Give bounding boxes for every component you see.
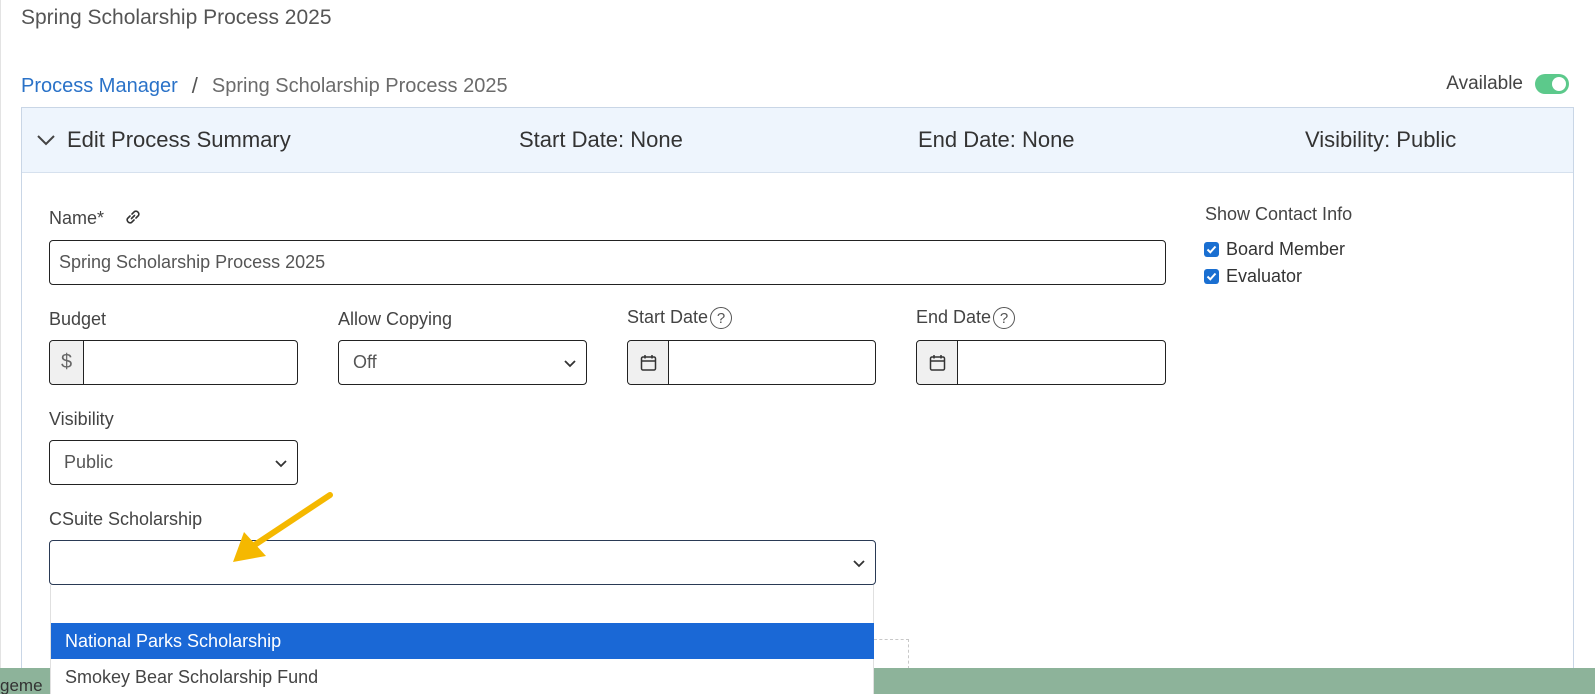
footer-text: geme: [0, 676, 43, 694]
link-icon[interactable]: [123, 207, 143, 227]
budget-label: Budget: [49, 309, 107, 329]
start-date-input[interactable]: [627, 340, 876, 385]
chevron-down-icon: [275, 460, 287, 468]
help-icon[interactable]: ?: [710, 307, 733, 330]
end-date-label: End Date?: [916, 307, 1016, 330]
visibility-select[interactable]: Public: [49, 440, 298, 485]
chevron-down-icon: [564, 360, 576, 368]
end-date-input[interactable]: [916, 340, 1166, 385]
panel-header[interactable]: Edit Process Summary Start Date: None En…: [22, 108, 1573, 173]
allow-copying-select[interactable]: Off: [338, 340, 587, 385]
dollar-sign-addon: $: [50, 341, 84, 384]
budget-input[interactable]: $: [49, 340, 298, 385]
board-member-label: Board Member: [1226, 239, 1346, 259]
calendar-icon[interactable]: [917, 341, 958, 384]
board-member-checkbox[interactable]: [1204, 242, 1219, 257]
visibility-label: Visibility: [49, 409, 114, 429]
annotation-arrow-icon: [233, 492, 333, 562]
evaluator-label: Evaluator: [1226, 266, 1303, 286]
board-member-option[interactable]: Board Member: [1204, 239, 1345, 260]
name-label-text: Name*: [49, 208, 105, 228]
summary-visibility: Visibility: Public: [1305, 127, 1457, 152]
start-date-label: Start Date?: [627, 307, 733, 330]
help-icon[interactable]: ?: [993, 307, 1016, 330]
chevron-down-icon: [853, 560, 865, 568]
evaluator-checkbox[interactable]: [1204, 269, 1219, 284]
show-contact-info-label: Show Contact Info: [1205, 204, 1353, 224]
summary-end-date: End Date: None: [918, 127, 1075, 152]
page-title: Spring Scholarship Process 2025: [21, 6, 332, 29]
summary-start-date: Start Date: None: [519, 127, 683, 152]
available-toggle[interactable]: [1535, 74, 1569, 94]
name-label: Name*: [49, 207, 143, 229]
breadcrumb: Process Manager / Spring Scholarship Pro…: [21, 73, 508, 99]
chevron-down-icon[interactable]: [36, 130, 56, 150]
csuite-scholarship-label: CSuite Scholarship: [49, 509, 203, 529]
availability: Available: [1446, 73, 1569, 95]
available-label: Available: [1446, 73, 1523, 94]
dropdown-option-smokey-bear[interactable]: Smokey Bear Scholarship Fund: [51, 659, 874, 694]
dropdown-option-national-parks[interactable]: National Parks Scholarship: [51, 623, 874, 659]
check-icon: [1206, 245, 1217, 254]
name-input[interactable]: Spring Scholarship Process 2025: [49, 240, 1166, 285]
start-date-label-text: Start Date: [627, 307, 709, 327]
evaluator-option[interactable]: Evaluator: [1204, 266, 1302, 287]
name-input-value: Spring Scholarship Process 2025: [59, 252, 326, 272]
csuite-scholarship-select[interactable]: [49, 540, 876, 585]
csuite-scholarship-dropdown: National Parks Scholarship Smokey Bear S…: [50, 585, 874, 694]
breadcrumb-separator: /: [191, 73, 198, 98]
check-icon: [1206, 272, 1217, 281]
dashed-drop-area: [874, 639, 909, 669]
breadcrumb-current: Spring Scholarship Process 2025: [211, 74, 508, 97]
panel-title: Edit Process Summary: [67, 127, 291, 152]
calendar-icon[interactable]: [628, 341, 669, 384]
visibility-value: Public: [64, 452, 114, 472]
allow-copying-value: Off: [353, 352, 377, 372]
allow-copying-label: Allow Copying: [338, 309, 453, 329]
breadcrumb-process-manager-link[interactable]: Process Manager: [21, 75, 178, 98]
end-date-label-text: End Date: [916, 307, 992, 327]
